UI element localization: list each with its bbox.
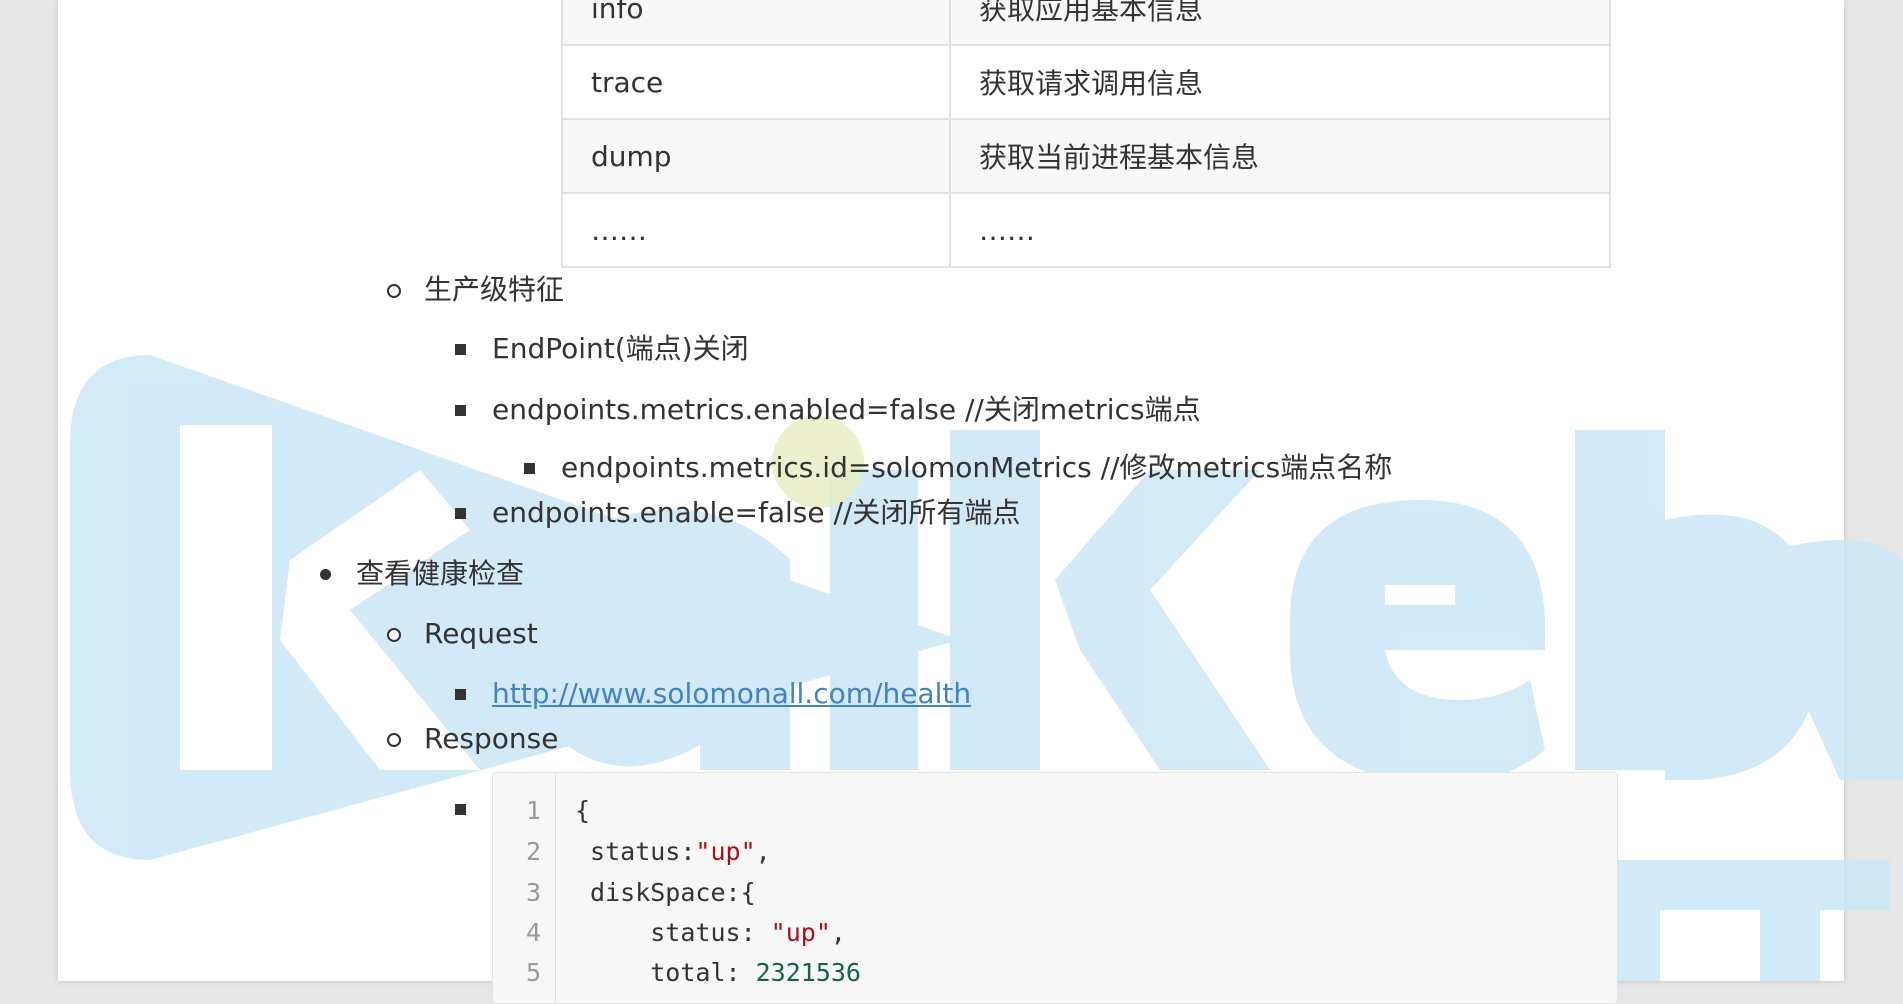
table-row: trace 获取请求调用信息	[561, 44, 1611, 120]
square-bullet-icon	[455, 405, 466, 416]
list-item-metrics-disable: endpoints.metrics.enabled=false //关闭metr…	[492, 393, 1201, 426]
square-bullet-icon	[455, 804, 466, 815]
table-row: info 获取应用基本信息	[561, 0, 1611, 46]
response-code-block[interactable]: 1 2 3 4 5 { status:"up", diskSpace:{ sta…	[492, 772, 1618, 1004]
health-url-link[interactable]: http://www.solomonall.com/health	[492, 677, 971, 710]
line-number: 2	[525, 837, 541, 866]
line-number: 1	[525, 796, 541, 825]
endpoints-table: info 获取应用基本信息 trace 获取请求调用信息 dump 获取当前进程…	[561, 0, 1611, 268]
list-item-request-url: http://www.solomonall.com/health	[492, 674, 971, 714]
table-cell-endpoint: info	[561, 0, 951, 46]
table-cell-description: 获取应用基本信息	[949, 0, 1611, 46]
code-string: "up"	[695, 837, 756, 866]
square-bullet-icon	[455, 344, 466, 355]
square-bullet-icon	[524, 463, 535, 474]
list-item-endpoint-close: EndPoint(端点)关闭	[492, 332, 749, 365]
line-number: 3	[525, 878, 541, 907]
list-item-request: Request	[424, 617, 538, 650]
code-line: status: "up",	[575, 913, 846, 953]
square-bullet-icon	[455, 689, 466, 700]
code-line: diskSpace:{	[575, 873, 756, 913]
code-line: total: 2321536	[575, 953, 861, 993]
disc-bullet-icon	[320, 569, 331, 580]
list-item-health-check: 查看健康检查	[356, 557, 525, 590]
table-cell-endpoint: ……	[561, 192, 951, 268]
code-key: total:	[575, 958, 756, 987]
table-row: dump 获取当前进程基本信息	[561, 118, 1611, 194]
code-string: "up"	[770, 918, 831, 947]
square-bullet-icon	[455, 508, 466, 519]
line-number-gutter: 1 2 3 4 5	[493, 773, 556, 1003]
table-cell-description: ……	[949, 192, 1611, 268]
table-cell-endpoint: dump	[561, 118, 951, 194]
code-text: diskSpace:{	[575, 878, 756, 907]
code-line: status:"up",	[575, 832, 771, 872]
list-item-metrics-rename: endpoints.metrics.id=solomonMetrics //修改…	[561, 451, 1393, 484]
list-item-production-features: 生产级特征	[424, 273, 565, 306]
circle-bullet-icon	[387, 733, 401, 747]
code-key: status:	[575, 837, 696, 866]
table-row: …… ……	[561, 192, 1611, 268]
code-line: {	[575, 791, 590, 831]
code-punct: ,	[755, 837, 771, 866]
code-key: status:	[575, 918, 771, 947]
table-cell-description: 获取请求调用信息	[949, 44, 1611, 120]
line-number: 4	[525, 918, 541, 947]
table-cell-endpoint: trace	[561, 44, 951, 120]
table-cell-description: 获取当前进程基本信息	[949, 118, 1611, 194]
list-item-disable-all: endpoints.enable=false //关闭所有端点	[492, 496, 1021, 529]
code-punct: ,	[830, 918, 846, 947]
circle-bullet-icon	[387, 628, 401, 642]
code-number: 2321536	[755, 958, 861, 987]
line-number: 5	[525, 958, 541, 987]
circle-bullet-icon	[387, 284, 401, 298]
list-item-response: Response	[424, 722, 559, 755]
code-text: {	[575, 796, 591, 825]
